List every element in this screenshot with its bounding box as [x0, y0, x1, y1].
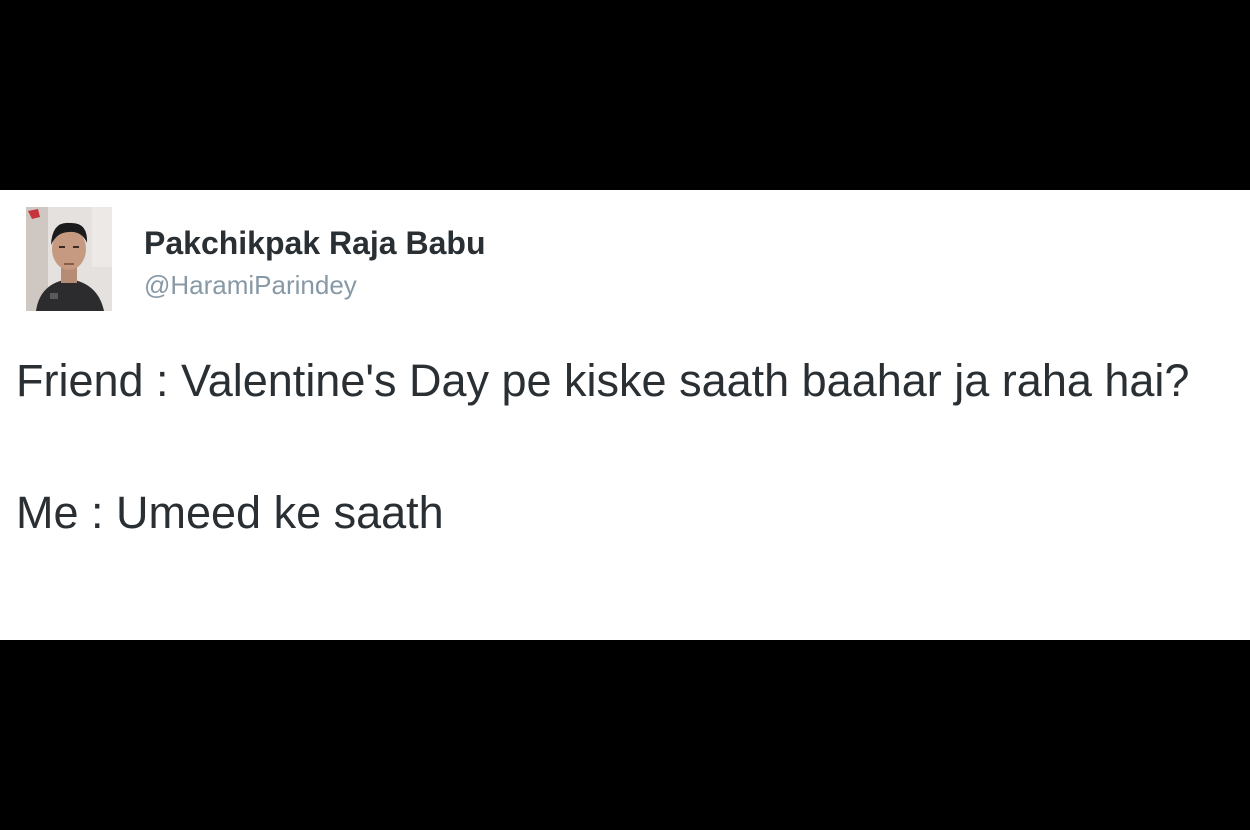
author-display-name[interactable]: Pakchikpak Raja Babu: [144, 224, 485, 262]
tweet-card: Pakchikpak Raja Babu @HaramiParindey Fri…: [0, 190, 1250, 640]
avatar[interactable]: [26, 207, 112, 311]
tweet-line-friend: Friend : Valentine's Day pe kiske saath …: [16, 355, 1190, 406]
tweet-body: Friend : Valentine's Day pe kiske saath …: [16, 348, 1231, 546]
image-frame: Pakchikpak Raja Babu @HaramiParindey Fri…: [0, 0, 1250, 830]
avatar-photo-icon: [26, 207, 112, 311]
tweet-line-me: Me : Umeed ke saath: [16, 487, 444, 538]
author-handle[interactable]: @HaramiParindey: [144, 269, 357, 301]
